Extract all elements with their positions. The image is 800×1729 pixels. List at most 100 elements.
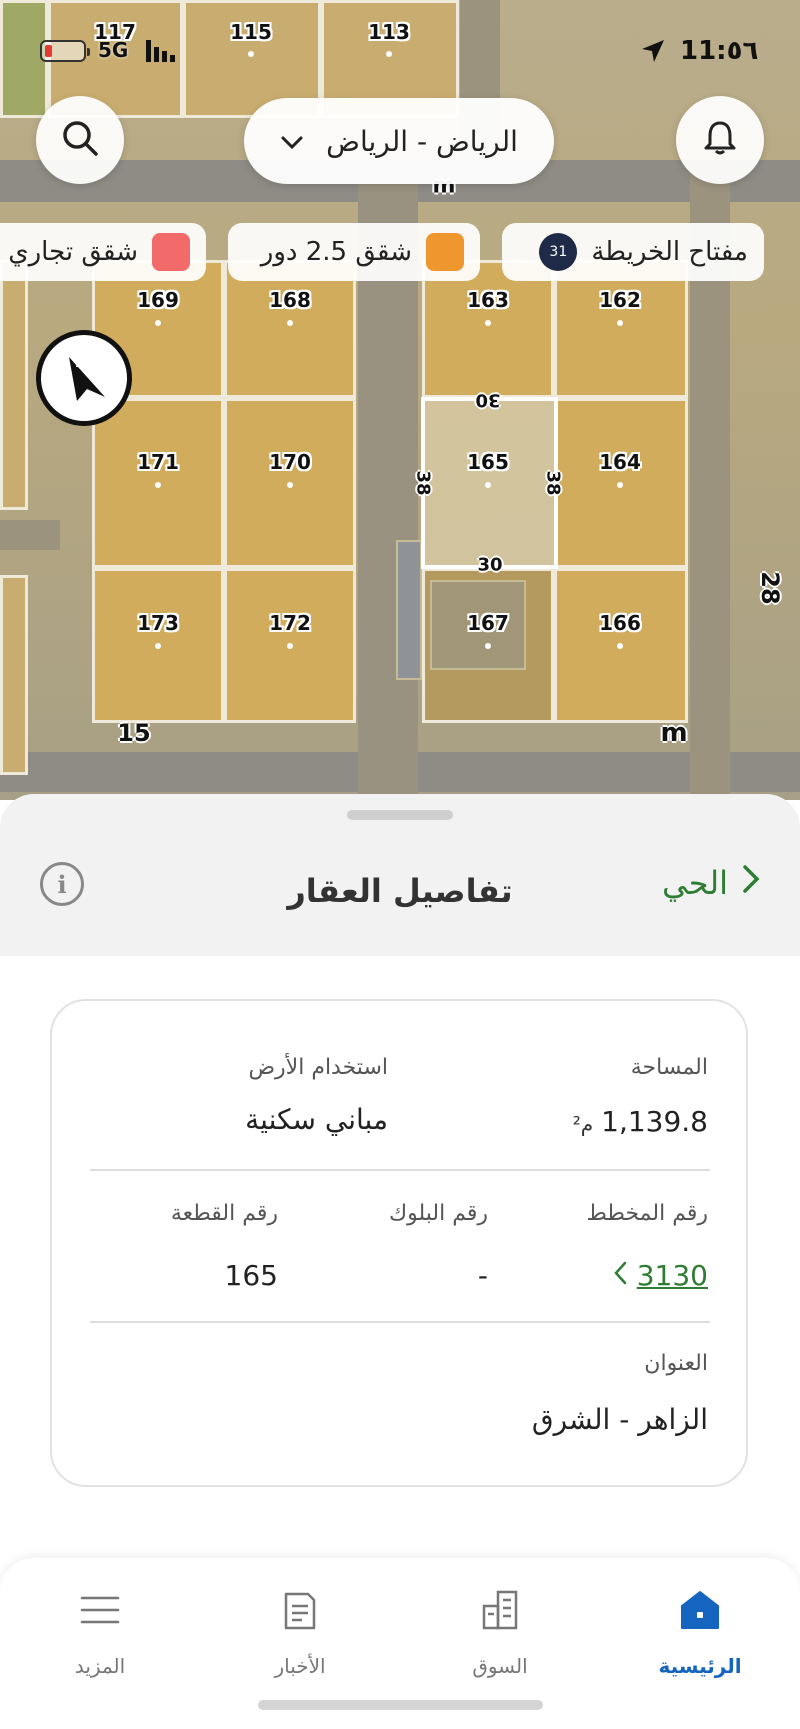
area-label: المساحة <box>630 1055 708 1080</box>
plot-label[interactable]: 167 <box>467 611 509 635</box>
map-key-label: مفتاح الخريطة <box>591 237 748 267</box>
plot-dot <box>617 643 623 649</box>
plot-dot <box>248 51 254 57</box>
road <box>0 520 60 550</box>
nav-market[interactable]: السوق <box>430 1588 570 1678</box>
parcel <box>0 260 28 510</box>
plot-label[interactable]: 172 <box>269 611 311 635</box>
legend-swatch <box>426 233 464 271</box>
notification-button[interactable] <box>676 96 764 184</box>
block-number-value: - <box>477 1259 488 1292</box>
plot-label[interactable]: 164 <box>599 450 641 474</box>
legend-chip-apartments-2-5[interactable]: شقق 2.5 دور <box>228 223 480 281</box>
nav-market-label: السوق <box>472 1654 528 1678</box>
legend-label: شقق 2.5 دور <box>260 237 412 267</box>
legend-swatch <box>152 233 190 271</box>
news-icon <box>278 1588 322 1636</box>
home-icon <box>678 1588 722 1636</box>
divider <box>90 1321 710 1323</box>
plot-dot <box>287 320 293 326</box>
block-number-label: رقم البلوك <box>388 1201 488 1226</box>
property-info-card: المساحة استخدام الأرض م² 1,139.8 مباني س… <box>50 999 748 1487</box>
area-unit: م² <box>572 1112 594 1136</box>
plot-label[interactable]: 166 <box>599 611 641 635</box>
plot-label[interactable]: 113 <box>368 20 410 44</box>
road-label: 15 <box>117 719 151 747</box>
sheet-header: الحي تفاصيل العقار i <box>0 834 800 954</box>
plot-dot <box>287 643 293 649</box>
legend-chip-commercial-apartments[interactable]: شقق تجاري <box>0 223 206 281</box>
plan-number-label: رقم المخطط <box>586 1201 708 1226</box>
land-use-value: مباني سكنية <box>245 1103 388 1136</box>
location-arrow-icon <box>640 38 666 68</box>
legend-label: شقق تجاري <box>8 237 138 267</box>
plot-dimension-right: 38 <box>542 470 564 496</box>
building <box>396 540 422 680</box>
plot-label[interactable]: 168 <box>269 288 311 312</box>
plot-label[interactable]: 169 <box>137 288 179 312</box>
buildings-icon <box>478 1588 522 1636</box>
plot-dot <box>155 482 161 488</box>
plot-number-label: رقم القطعة <box>170 1201 278 1226</box>
nav-more[interactable]: المزيد <box>30 1588 170 1678</box>
plot-label[interactable]: 173 <box>137 611 179 635</box>
area-value: 1,139.8 <box>601 1105 708 1138</box>
map-key-chip[interactable]: مفتاح الخريطة 31 <box>502 223 764 281</box>
plot-dot <box>485 482 491 488</box>
clock: 11:٥٦ <box>680 36 759 66</box>
map-view[interactable]: 117 115 113 169 168 163 162 171 170 165 … <box>0 0 800 800</box>
plot-dot <box>485 643 491 649</box>
address-label: العنوان <box>644 1351 708 1376</box>
plot-label[interactable]: 162 <box>599 288 641 312</box>
nav-home-label: الرئيسية <box>658 1654 742 1678</box>
plot-number-value: 165 <box>224 1259 278 1292</box>
nav-news-label: الأخبار <box>274 1654 326 1678</box>
plot-dot <box>386 51 392 57</box>
plot-label[interactable]: 170 <box>269 450 311 474</box>
compass-icon: N <box>69 356 105 401</box>
chevron-down-icon <box>280 125 304 158</box>
battery-icon <box>40 40 90 62</box>
sheet-title: تفاصيل العقار <box>287 872 513 910</box>
plot-label[interactable]: 171 <box>137 450 179 474</box>
nav-more-label: المزيد <box>74 1654 126 1678</box>
road-label: m <box>660 718 688 748</box>
nav-home[interactable]: الرئيسية <box>630 1588 770 1678</box>
plot-label[interactable]: 163 <box>467 288 509 312</box>
compass-north-label: N <box>75 356 86 371</box>
signal-bars-icon <box>146 40 178 66</box>
plot-dimension-bottom: 30 <box>477 554 503 576</box>
compass-button[interactable]: N <box>36 330 132 426</box>
road-label: 28 <box>756 571 784 605</box>
divider <box>90 1169 710 1171</box>
info-icon[interactable]: i <box>40 862 84 906</box>
plot-dot <box>617 482 623 488</box>
plot-dot <box>155 320 161 326</box>
menu-icon <box>78 1588 122 1636</box>
search-icon <box>60 118 100 162</box>
area-value-group: م² 1,139.8 <box>573 1105 708 1138</box>
city-selector-label: الرياض - الرياض <box>326 124 518 158</box>
plot-dot <box>287 482 293 488</box>
sheet-drag-handle[interactable] <box>347 810 453 820</box>
plot-dimension-top: 30 <box>475 389 501 411</box>
map-key-count-badge: 31 <box>539 233 578 271</box>
plot-dot <box>617 320 623 326</box>
bell-icon <box>700 118 740 162</box>
search-button[interactable] <box>36 96 124 184</box>
plot-dot <box>485 320 491 326</box>
plot-dot <box>155 643 161 649</box>
chevron-left-icon <box>613 1259 627 1292</box>
plot-label[interactable]: 165 <box>467 450 509 474</box>
plot-dimension-left: 38 <box>412 470 434 496</box>
plan-number-link[interactable]: 3130 <box>613 1259 708 1292</box>
nav-news[interactable]: الأخبار <box>230 1588 370 1678</box>
city-selector[interactable]: الرياض - الرياض <box>244 98 554 184</box>
parcel <box>0 575 28 775</box>
network-label: 5G <box>98 38 129 62</box>
land-use-label: استخدام الأرض <box>248 1055 388 1080</box>
plan-number-value: 3130 <box>636 1259 708 1292</box>
plot-label[interactable]: 115 <box>230 20 272 44</box>
home-indicator <box>258 1700 543 1710</box>
address-value: الزاهر - الشرق <box>531 1403 708 1436</box>
